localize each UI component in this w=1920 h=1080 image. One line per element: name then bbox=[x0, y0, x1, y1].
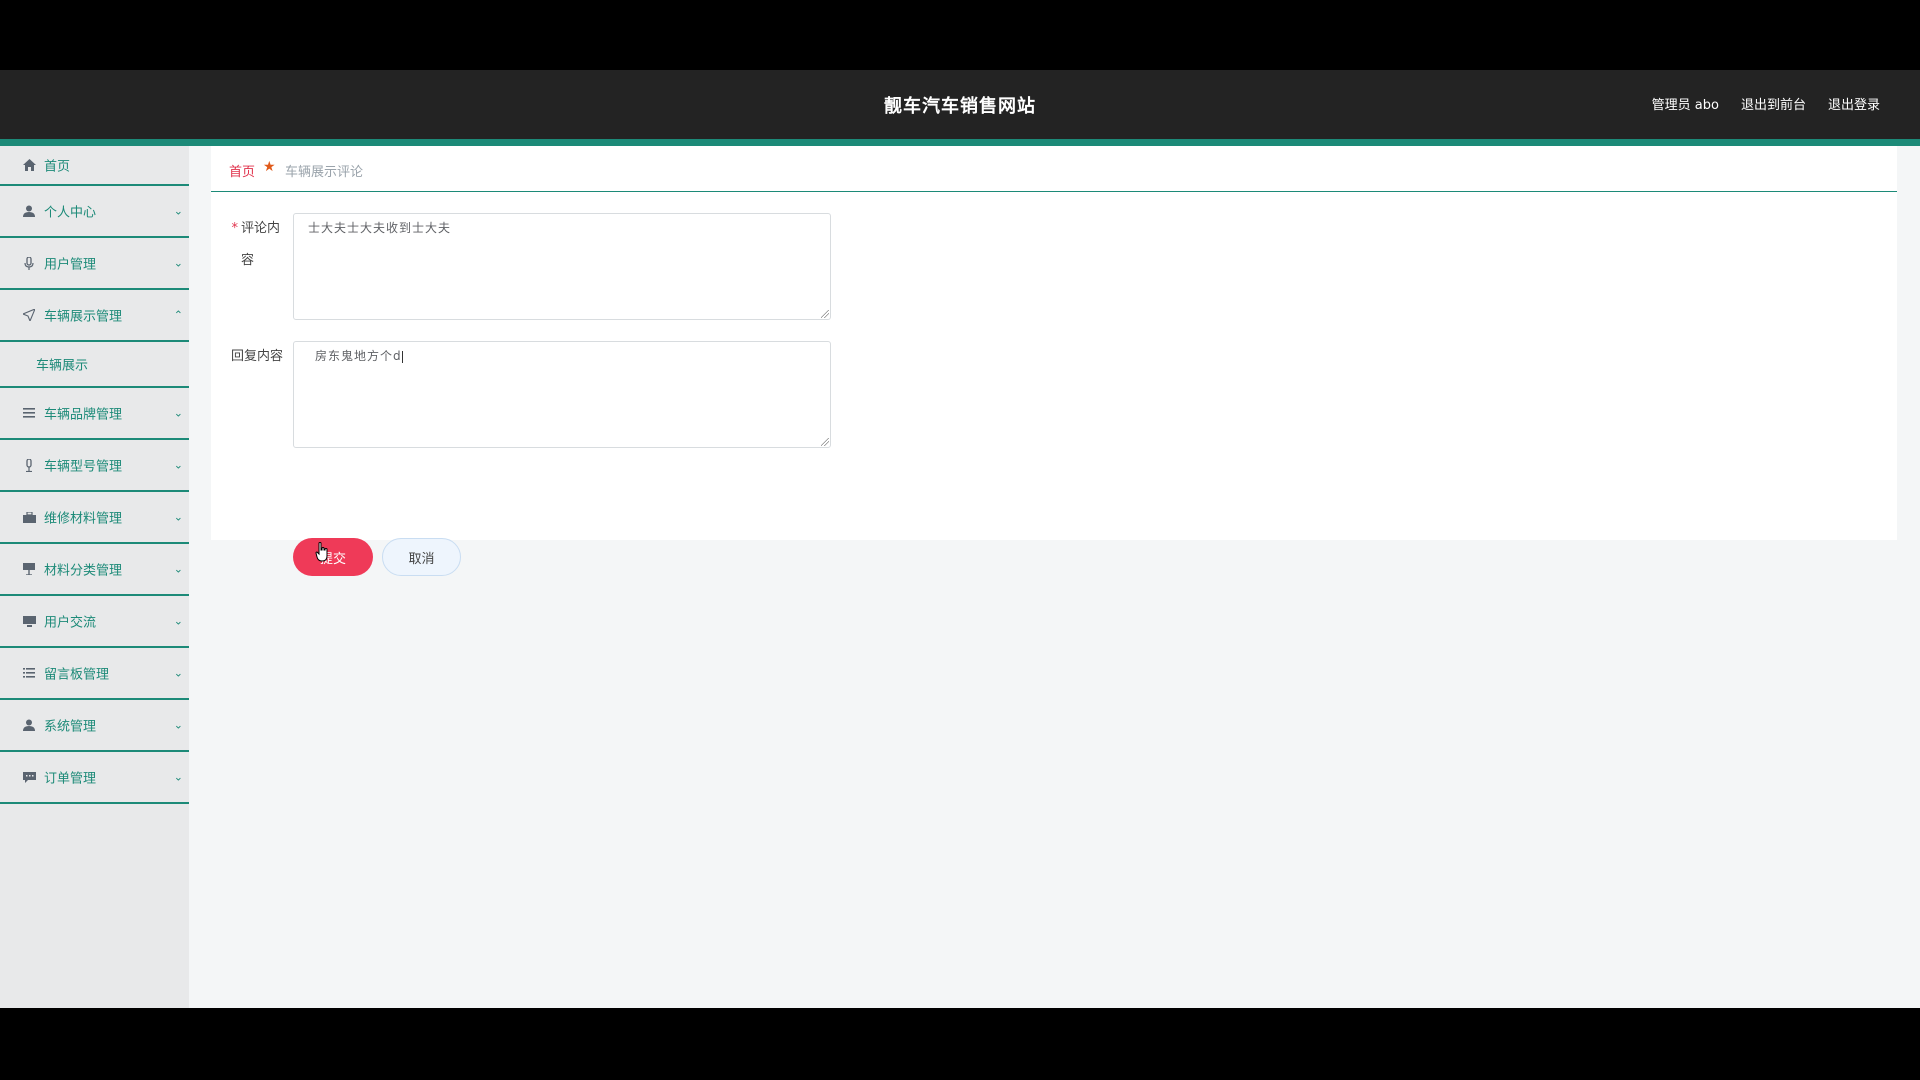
briefcase-icon bbox=[22, 510, 36, 524]
sidebar-item-personal-center[interactable]: 个人中心 ⌄ bbox=[0, 186, 189, 238]
top-bar: 靓车汽车销售网站 管理员 abo 退出到前台 退出登录 bbox=[0, 70, 1920, 139]
resize-handle-icon[interactable] bbox=[821, 310, 829, 318]
chevron-down-icon: ⌄ bbox=[173, 510, 183, 524]
microphone-icon bbox=[22, 256, 36, 270]
content-card: 首页 ★ 车辆展示评论 * 评论内容 士大夫士大夫收到士大夫 回复内容 房东鬼地方… bbox=[211, 146, 1897, 576]
chevron-down-icon: ⌄ bbox=[173, 614, 183, 628]
breadcrumb-home-link[interactable]: 首页 bbox=[229, 161, 255, 180]
submit-button[interactable]: 提交 bbox=[293, 538, 373, 576]
logout-link[interactable]: 退出登录 bbox=[1828, 94, 1880, 113]
sidebar-item-label: 首页 bbox=[44, 159, 71, 175]
sidebar-item-label: 车辆品牌管理 bbox=[44, 407, 123, 423]
chevron-down-icon: ⌄ bbox=[173, 562, 183, 576]
sidebar-item-label: 用户交流 bbox=[44, 615, 97, 631]
resize-handle-icon[interactable] bbox=[821, 438, 829, 446]
microphone-icon bbox=[22, 458, 36, 472]
app-window: 靓车汽车销售网站 管理员 abo 退出到前台 退出登录 首页 个人中心 ⌄ 用户… bbox=[0, 70, 1920, 1008]
sidebar-item-label: 用户管理 bbox=[44, 257, 97, 273]
comment-field-label: * 评论内容 bbox=[211, 213, 283, 277]
sidebar-item-message-board-management[interactable]: 留言板管理 ⌄ bbox=[0, 648, 189, 700]
breadcrumb-current: 车辆展示评论 bbox=[285, 165, 364, 180]
sidebar-item-label: 车辆型号管理 bbox=[44, 459, 123, 475]
send-icon bbox=[22, 308, 36, 322]
top-links: 管理员 abo 退出到前台 退出登录 bbox=[1652, 94, 1880, 113]
sidebar-item-label: 材料分类管理 bbox=[44, 563, 123, 579]
star-icon: ★ bbox=[263, 159, 276, 175]
sidebar-item-home[interactable]: 首页 bbox=[0, 146, 189, 186]
text-caret bbox=[401, 350, 403, 363]
chevron-down-icon: ⌄ bbox=[173, 256, 183, 270]
sidebar-item-vehicle-display-management[interactable]: 车辆展示管理 ⌃ bbox=[0, 290, 189, 342]
hand-pointer-icon bbox=[315, 542, 328, 562]
user-icon bbox=[22, 204, 36, 218]
sidebar-subitem-label: 车辆展示 bbox=[36, 358, 89, 374]
sidebar-item-repair-material-management[interactable]: 维修材料管理 ⌄ bbox=[0, 492, 189, 544]
sidebar-item-user-exchange[interactable]: 用户交流 ⌄ bbox=[0, 596, 189, 648]
required-marker: * bbox=[231, 221, 239, 236]
sidebar-item-user-management[interactable]: 用户管理 ⌄ bbox=[0, 238, 189, 290]
user-icon bbox=[22, 718, 36, 732]
presentation-icon bbox=[22, 562, 36, 576]
sidebar-item-label: 订单管理 bbox=[44, 771, 97, 787]
chevron-down-icon: ⌄ bbox=[173, 406, 183, 420]
sidebar: 首页 个人中心 ⌄ 用户管理 ⌄ 车辆展示管理 ⌃ 车辆展示 车辆品牌管理 ⌄ … bbox=[0, 146, 189, 1008]
chevron-down-icon: ⌄ bbox=[173, 718, 183, 732]
breadcrumb: 首页 ★ 车辆展示评论 bbox=[211, 146, 1897, 192]
sidebar-item-label: 系统管理 bbox=[44, 719, 97, 735]
sidebar-item-order-management[interactable]: 订单管理 ⌄ bbox=[0, 752, 189, 804]
list-icon bbox=[22, 406, 36, 420]
cancel-button[interactable]: 取消 bbox=[382, 538, 461, 576]
sidebar-item-system-management[interactable]: 系统管理 ⌄ bbox=[0, 700, 189, 752]
chat-icon bbox=[22, 770, 36, 784]
chevron-up-icon: ⌃ bbox=[173, 308, 183, 322]
chevron-down-icon: ⌄ bbox=[173, 666, 183, 680]
reply-textarea[interactable]: 房东鬼地方个d bbox=[293, 341, 831, 448]
sidebar-item-label: 维修材料管理 bbox=[44, 511, 123, 527]
reply-field-label: 回复内容 bbox=[230, 349, 283, 364]
chevron-down-icon: ⌄ bbox=[173, 204, 183, 218]
sidebar-item-material-category-management[interactable]: 材料分类管理 ⌄ bbox=[0, 544, 189, 596]
sidebar-item-label: 车辆展示管理 bbox=[44, 309, 123, 325]
monitor-icon bbox=[22, 614, 36, 628]
comment-textarea[interactable]: 士大夫士大夫收到士大夫 bbox=[293, 213, 831, 320]
chevron-down-icon: ⌄ bbox=[173, 770, 183, 784]
sidebar-item-label: 留言板管理 bbox=[44, 667, 110, 683]
admin-label: 管理员 abo bbox=[1651, 98, 1719, 113]
exit-to-front-link[interactable]: 退出到前台 bbox=[1741, 94, 1806, 113]
site-title: 靓车汽车销售网站 bbox=[884, 96, 1036, 117]
reply-textarea-value: 房东鬼地方个d bbox=[315, 349, 402, 363]
sidebar-item-brand-management[interactable]: 车辆品牌管理 ⌄ bbox=[0, 388, 189, 440]
chevron-down-icon: ⌄ bbox=[173, 458, 183, 472]
comment-label-text: 评论内容 bbox=[241, 221, 281, 268]
list-icon bbox=[22, 666, 36, 680]
top-bar-accent-line bbox=[0, 139, 1920, 146]
sidebar-subitem-vehicle-display[interactable]: 车辆展示 bbox=[0, 342, 189, 388]
sidebar-item-model-management[interactable]: 车辆型号管理 ⌄ bbox=[0, 440, 189, 492]
home-icon bbox=[22, 158, 36, 172]
sidebar-item-label: 个人中心 bbox=[44, 205, 97, 221]
